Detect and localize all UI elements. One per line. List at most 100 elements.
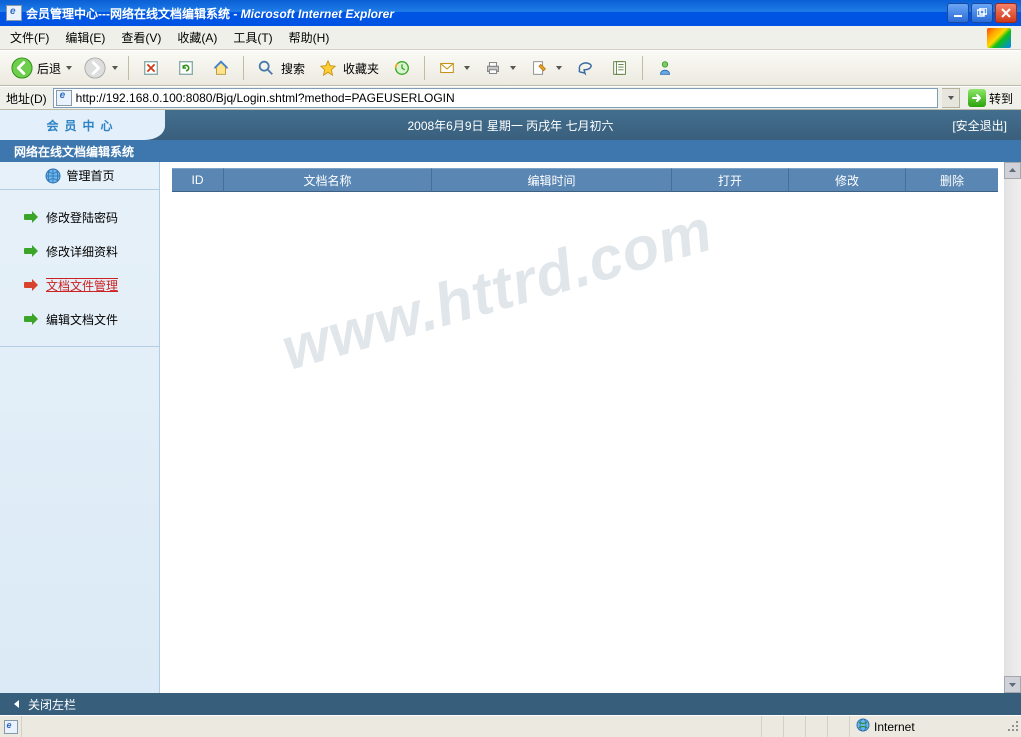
triangle-left-icon — [14, 700, 19, 708]
forward-icon — [83, 56, 107, 80]
home-button[interactable] — [205, 53, 237, 83]
column-doc-name[interactable]: 文档名称 — [224, 168, 432, 192]
sidebar-item-label: 修改登陆密码 — [46, 209, 118, 226]
menu-help[interactable]: 帮助(H) — [283, 27, 336, 48]
research-button[interactable] — [604, 53, 636, 83]
date-text: 2008年6月9日 星期一 丙戌年 七月初六 — [407, 117, 613, 134]
status-zone: Internet — [849, 716, 1003, 737]
close-sidebar-link[interactable]: 关闭左栏 — [28, 696, 76, 713]
sidebar-item-label: 编辑文档文件 — [46, 311, 118, 328]
toolbar-separator — [424, 56, 425, 80]
sidebar: 管理首页 修改登陆密码 修改详细资料 文档文件管理 编辑文档文件 — [0, 162, 160, 693]
toolbar-separator — [128, 56, 129, 80]
status-cell — [827, 716, 849, 737]
arrow-icon — [24, 245, 40, 257]
maximize-button[interactable] — [971, 3, 993, 23]
address-url: http://192.168.0.100:8080/Bjq/Login.shtm… — [76, 91, 455, 105]
research-icon — [608, 56, 632, 80]
chevron-down-icon — [112, 66, 118, 70]
sidebar-head[interactable]: 管理首页 — [0, 162, 159, 190]
chevron-down-icon — [464, 66, 470, 70]
history-icon — [390, 56, 414, 80]
logout-link[interactable]: [安全退出] — [952, 117, 1007, 134]
favorites-label: 收藏夹 — [343, 60, 379, 77]
status-cell — [761, 716, 783, 737]
titlebar: 会员管理中心---网络在线文档编辑系统 - Microsoft Internet… — [0, 0, 1021, 26]
internet-globe-icon — [856, 718, 870, 735]
menu-tools[interactable]: 工具(T) — [227, 27, 278, 48]
grip-icon — [1007, 720, 1019, 732]
footer-strip: 关闭左栏 — [0, 693, 1021, 715]
globe-icon — [44, 167, 62, 185]
menu-favorites[interactable]: 收藏(A) — [171, 27, 223, 48]
refresh-icon — [174, 56, 198, 80]
go-arrow-icon — [968, 89, 986, 107]
system-name: 网络在线文档编辑系统 — [14, 143, 134, 160]
messenger-button[interactable] — [649, 53, 681, 83]
window-title: 会员管理中心---网络在线文档编辑系统 - Microsoft Internet… — [26, 5, 947, 22]
sidebar-item-edit-profile[interactable]: 修改详细资料 — [24, 234, 159, 268]
status-cell — [805, 716, 827, 737]
menubar: 文件(F) 编辑(E) 查看(V) 收藏(A) 工具(T) 帮助(H) — [0, 26, 1021, 50]
page-icon — [6, 5, 22, 21]
sidebar-item-change-password[interactable]: 修改登陆密码 — [24, 200, 159, 234]
discuss-button[interactable] — [569, 53, 601, 83]
status-cell — [783, 716, 805, 737]
column-open[interactable]: 打开 — [672, 168, 789, 192]
go-label: 转到 — [989, 90, 1013, 107]
close-button[interactable] — [995, 3, 1017, 23]
forward-button[interactable] — [79, 53, 122, 83]
print-button[interactable] — [477, 53, 520, 83]
chevron-down-icon — [948, 96, 954, 100]
address-input[interactable]: http://192.168.0.100:8080/Bjq/Login.shtm… — [53, 88, 938, 108]
address-dropdown[interactable] — [942, 88, 960, 108]
arrow-icon — [24, 211, 40, 223]
scroll-track[interactable] — [1004, 179, 1021, 676]
minimize-button[interactable] — [947, 3, 969, 23]
print-icon — [481, 56, 505, 80]
favorites-button[interactable]: 收藏夹 — [312, 53, 383, 83]
main-panel: ID 文档名称 编辑时间 打开 修改 删除 — [160, 162, 1021, 693]
mail-icon — [435, 56, 459, 80]
star-icon — [316, 56, 340, 80]
arrow-icon — [24, 279, 40, 291]
table-header-row: ID 文档名称 编辑时间 打开 修改 删除 — [172, 168, 998, 192]
address-label: 地址(D) — [4, 90, 49, 107]
column-id[interactable]: ID — [172, 168, 224, 192]
statusbar: Internet — [0, 715, 1021, 737]
stop-button[interactable] — [135, 53, 167, 83]
scroll-up-button[interactable] — [1004, 162, 1021, 179]
menu-view[interactable]: 查看(V) — [115, 27, 167, 48]
history-button[interactable] — [386, 53, 418, 83]
sidebar-item-edit-doc[interactable]: 编辑文档文件 — [24, 302, 159, 336]
arrow-icon — [24, 313, 40, 325]
home-icon — [209, 56, 233, 80]
system-name-strip: 网络在线文档编辑系统 — [0, 140, 1021, 162]
go-button[interactable]: 转到 — [964, 88, 1017, 108]
sidebar-item-label: 修改详细资料 — [46, 243, 118, 260]
edit-button[interactable] — [523, 53, 566, 83]
search-button[interactable]: 搜索 — [250, 53, 309, 83]
resize-grip[interactable] — [1003, 720, 1021, 734]
column-delete[interactable]: 删除 — [906, 168, 998, 192]
back-button[interactable]: 后退 — [6, 53, 76, 83]
logo-tab: 会员中心 — [0, 110, 165, 140]
search-label: 搜索 — [281, 60, 305, 77]
page-icon — [56, 90, 72, 106]
refresh-button[interactable] — [170, 53, 202, 83]
menu-file[interactable]: 文件(F) — [4, 27, 55, 48]
windows-flag-icon — [981, 26, 1017, 50]
sidebar-list: 修改登陆密码 修改详细资料 文档文件管理 编辑文档文件 — [0, 190, 159, 347]
sidebar-item-doc-manage[interactable]: 文档文件管理 — [24, 268, 159, 302]
scroll-down-button[interactable] — [1004, 676, 1021, 693]
toolbar: 后退 搜索 收藏夹 — [0, 50, 1021, 86]
status-page-icon-cell — [0, 716, 22, 737]
discuss-icon — [573, 56, 597, 80]
vertical-scrollbar[interactable] — [1004, 162, 1021, 693]
menu-edit[interactable]: 编辑(E) — [59, 27, 111, 48]
mail-button[interactable] — [431, 53, 474, 83]
status-zone-text: Internet — [874, 720, 915, 734]
column-edit-time[interactable]: 编辑时间 — [432, 168, 672, 192]
window-buttons — [947, 3, 1021, 23]
column-modify[interactable]: 修改 — [789, 168, 906, 192]
